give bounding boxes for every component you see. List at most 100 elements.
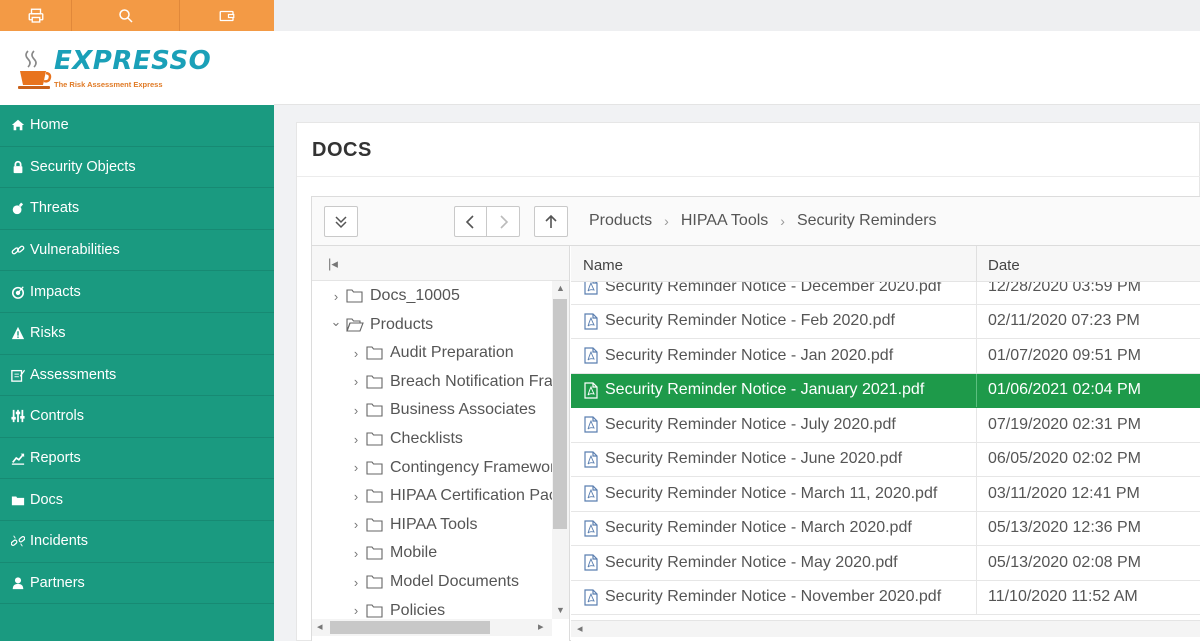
sidebar-item-security-objects[interactable]: Security Objects <box>0 147 274 189</box>
table-row[interactable]: Security Reminder Notice - May 2020.pdf 0… <box>571 546 1200 581</box>
file-name: Security Reminder Notice - May 2020.pdf <box>605 553 898 571</box>
tree-node[interactable]: › Mobile <box>348 539 437 567</box>
panel-divider <box>297 176 1200 177</box>
chevron-right-icon[interactable]: › <box>348 374 364 389</box>
file-name-cell: Security Reminder Notice - Jan 2020.pdf <box>583 347 893 365</box>
chevron-right-icon[interactable]: › <box>348 575 364 590</box>
table-row[interactable]: Security Reminder Notice - June 2020.pdf… <box>571 442 1200 477</box>
sidebar-item-impacts[interactable]: Impacts <box>0 271 274 313</box>
column-divider <box>976 282 977 304</box>
folder-icon <box>366 403 384 417</box>
folder-icon <box>366 604 384 618</box>
scroll-right-icon[interactable]: ▸ <box>538 620 544 633</box>
table-row[interactable]: Security Reminder Notice - January 2021.… <box>571 373 1200 408</box>
tree-node[interactable]: › Business Associates <box>348 396 536 424</box>
toggle-navigation-button[interactable] <box>324 206 358 237</box>
breadcrumb-item[interactable]: Security Reminders <box>797 212 937 230</box>
column-divider <box>976 511 977 545</box>
sidebar-item-incidents[interactable]: Incidents <box>0 521 274 563</box>
collapse-panel-icon[interactable]: |◂ <box>328 256 338 272</box>
table-row[interactable]: Security Reminder Notice - March 11, 202… <box>571 477 1200 512</box>
sidebar-item-controls[interactable]: Controls <box>0 396 274 438</box>
scroll-down-icon[interactable]: ▼ <box>556 605 565 615</box>
chevron-right-icon[interactable]: › <box>348 460 364 475</box>
file-name-cell: Security Reminder Notice - Feb 2020.pdf <box>583 312 895 330</box>
back-button[interactable] <box>454 206 487 237</box>
scroll-up-icon[interactable]: ▲ <box>556 283 565 293</box>
sidebar-item-vulnerabilities[interactable]: Vulnerabilities <box>0 230 274 272</box>
chevron-right-icon[interactable]: › <box>348 346 364 361</box>
pdf-file-icon <box>584 347 598 364</box>
scroll-thumb[interactable] <box>553 299 567 529</box>
scroll-left-icon[interactable]: ◂ <box>317 620 323 633</box>
breadcrumb-item[interactable]: Products <box>589 212 652 230</box>
scroll-thumb[interactable] <box>330 621 490 634</box>
printer-icon <box>28 8 43 23</box>
link-icon <box>10 242 26 258</box>
table-row[interactable]: Security Reminder Notice - December 2020… <box>571 282 1200 305</box>
grid-horizontal-scrollbar[interactable]: ◂ <box>571 620 1200 637</box>
tree-node[interactable]: › Contingency Framewor <box>348 454 556 482</box>
sidebar-item-assessments[interactable]: Assessments <box>0 355 274 397</box>
chevron-right-icon[interactable]: › <box>348 432 364 447</box>
sidebar-item-risks[interactable]: Risks <box>0 313 274 355</box>
tree-node[interactable]: › HIPAA Tools <box>348 511 478 539</box>
table-row[interactable]: Security Reminder Notice - Feb 2020.pdf 0… <box>571 304 1200 339</box>
sidebar-item-docs[interactable]: Docs <box>0 479 274 521</box>
arrow-up-icon <box>545 214 557 228</box>
pdf-file-icon <box>584 282 598 295</box>
wallet-icon <box>219 10 235 21</box>
sidebar-item-label: Risks <box>30 325 66 342</box>
sidebar-item-home[interactable]: Home <box>0 105 274 147</box>
breadcrumb-item[interactable]: HIPAA Tools <box>681 212 768 230</box>
folder-icon <box>366 461 384 475</box>
tree-node[interactable]: › Checklists <box>348 425 463 453</box>
file-name: Security Reminder Notice - July 2020.pdf <box>605 415 896 433</box>
top-strip <box>274 0 1200 31</box>
tree-node[interactable]: › Docs_10005 <box>328 282 460 310</box>
tree-header: |◂ <box>312 246 569 281</box>
scroll-left-icon[interactable]: ◂ <box>577 622 583 635</box>
folder-icon <box>366 518 384 532</box>
table-row[interactable]: Security Reminder Notice - March 2020.pd… <box>571 511 1200 546</box>
folder-icon <box>366 489 384 503</box>
tree-node[interactable]: › Breach Notification Fra <box>348 368 553 396</box>
chevron-right-icon[interactable]: › <box>328 289 344 304</box>
table-row[interactable]: Security Reminder Notice - November 2020… <box>571 580 1200 615</box>
folder-icon <box>366 346 384 360</box>
sidebar-item-threats[interactable]: Threats <box>0 188 274 230</box>
chevron-down-icon[interactable]: ⌄ <box>328 314 344 330</box>
search-button[interactable] <box>72 0 180 31</box>
file-date: 07/19/2020 02:31 PM <box>988 415 1142 433</box>
table-row[interactable]: Security Reminder Notice - Jan 2020.pdf 0… <box>571 339 1200 374</box>
column-header-name[interactable]: Name <box>583 257 623 274</box>
chevron-right-icon[interactable]: › <box>348 403 364 418</box>
tree-node[interactable]: ⌄ Products <box>328 311 434 339</box>
tree-horizontal-scrollbar[interactable]: ◂ ▸ <box>312 619 552 636</box>
column-header-date[interactable]: Date <box>988 257 1020 274</box>
file-name-cell: Security Reminder Notice - May 2020.pdf <box>583 554 898 572</box>
tree-node[interactable]: › Model Documents <box>348 568 519 596</box>
print-button[interactable] <box>0 0 72 31</box>
chevron-right-icon[interactable]: › <box>348 603 364 618</box>
file-name: Security Reminder Notice - March 2020.pd… <box>605 519 912 537</box>
sidebar-item-label: Docs <box>30 491 64 508</box>
chevron-right-icon[interactable]: › <box>348 489 364 504</box>
sidebar-item-reports[interactable]: Reports <box>0 438 274 480</box>
chevron-right-icon[interactable]: › <box>348 546 364 561</box>
up-button[interactable] <box>534 206 568 237</box>
pdf-file-icon <box>584 589 598 606</box>
tree-node[interactable]: › Audit Preparation <box>348 339 514 367</box>
file-name: Security Reminder Notice - December 2020… <box>605 282 942 295</box>
column-divider <box>976 546 977 580</box>
tree-vertical-scrollbar[interactable]: ▲ ▼ <box>552 281 569 619</box>
file-name: Security Reminder Notice - Feb 2020.pdf <box>605 312 895 330</box>
table-row[interactable]: Security Reminder Notice - July 2020.pdf… <box>571 408 1200 443</box>
chart-icon <box>10 450 26 466</box>
forward-button[interactable] <box>486 206 520 237</box>
tree-node[interactable]: › HIPAA Certification Pac <box>348 482 557 510</box>
chevron-right-icon[interactable]: › <box>348 517 364 532</box>
page-title: DOCS <box>312 139 372 161</box>
sidebar-item-partners[interactable]: Partners <box>0 563 274 605</box>
wallet-button[interactable] <box>180 0 274 31</box>
